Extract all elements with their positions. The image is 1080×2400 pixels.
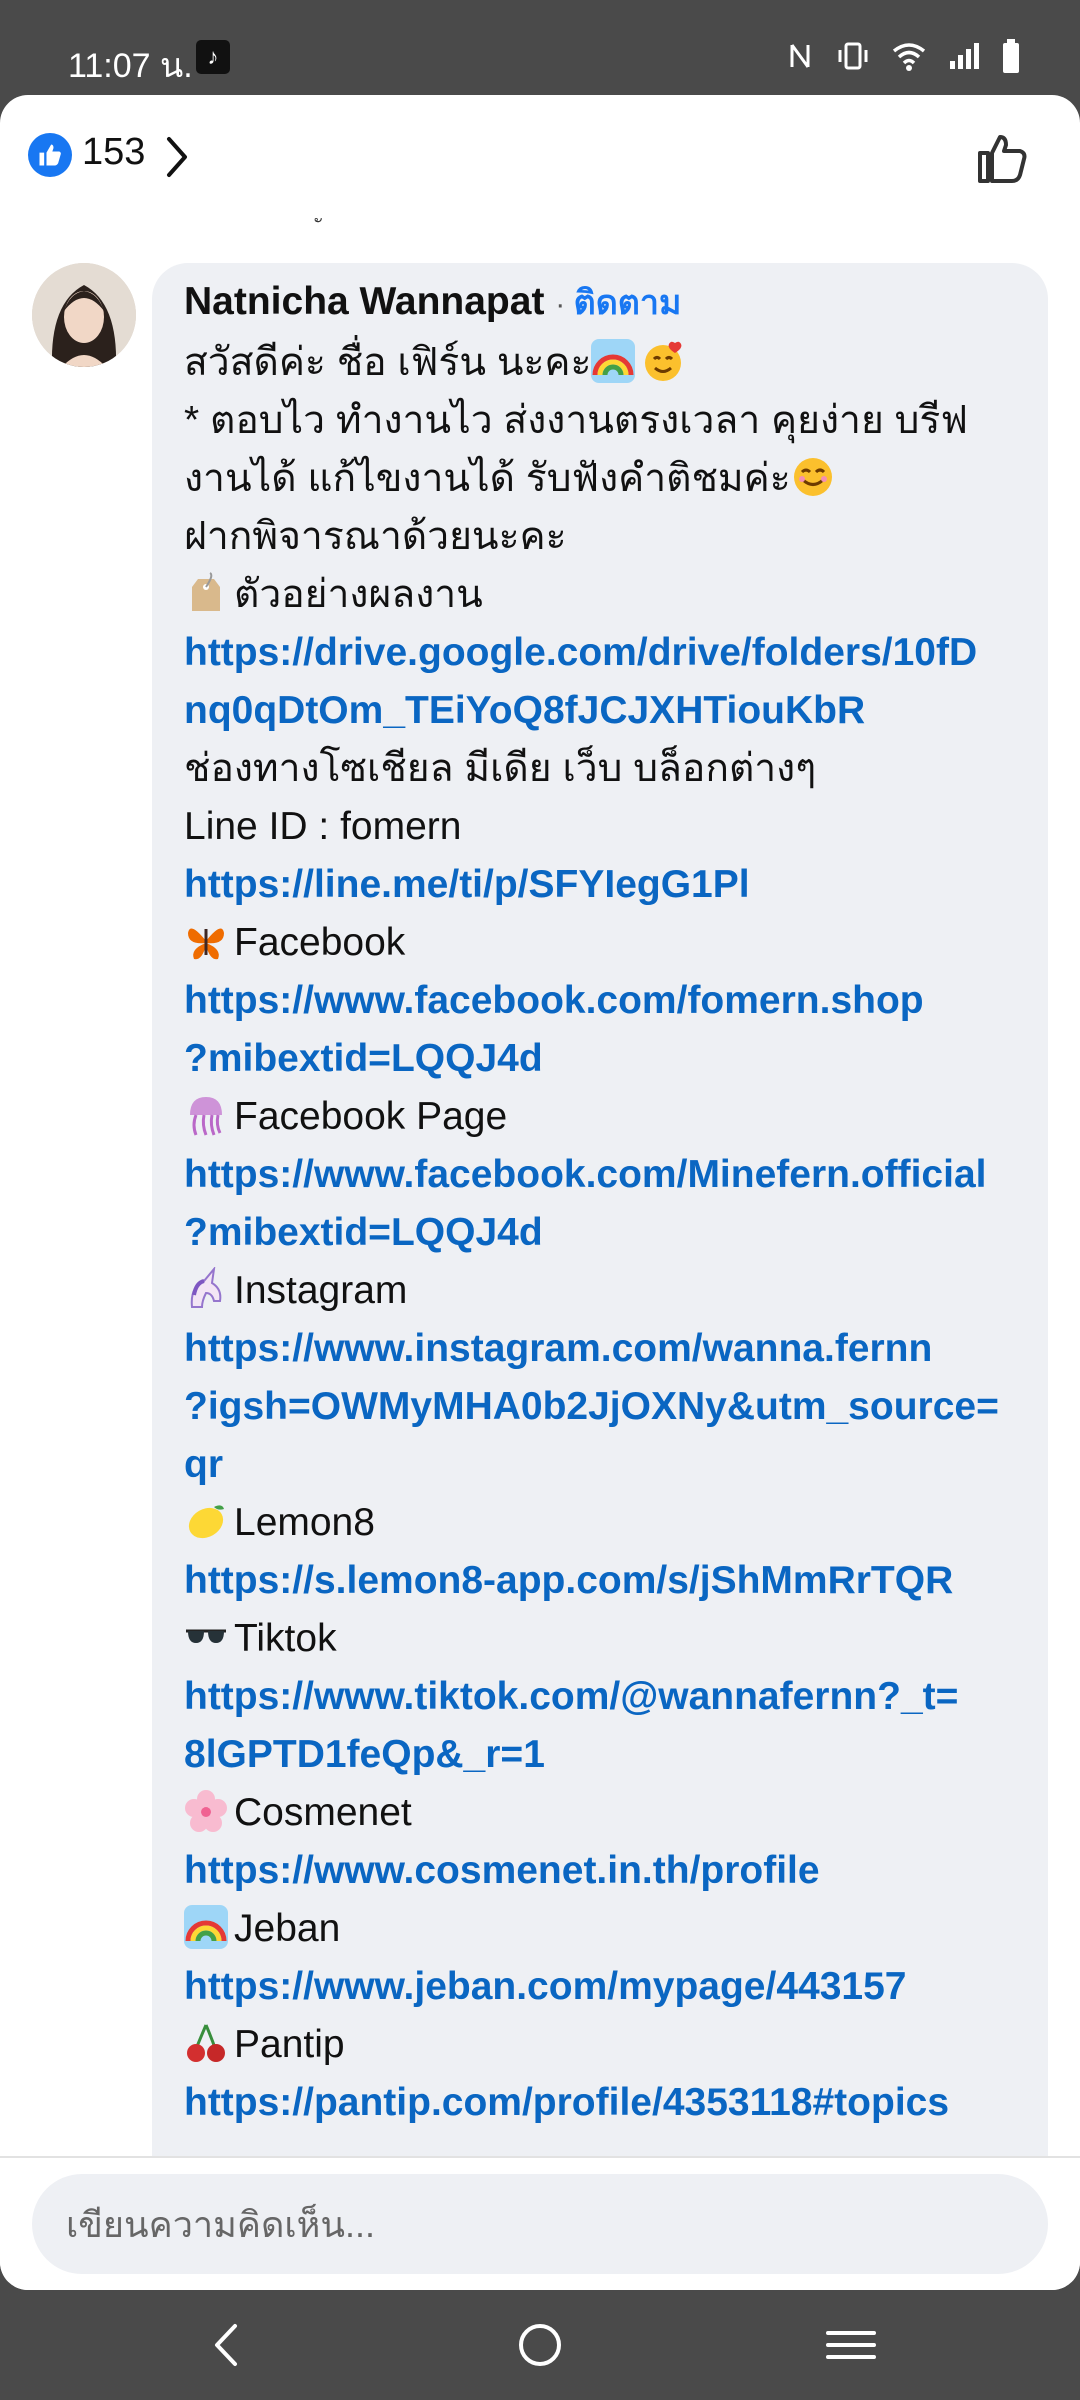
instagram-label-line: Instagram: [184, 1262, 1044, 1320]
battery-icon: [1002, 38, 1020, 78]
rainbow-icon: [591, 339, 636, 383]
comment-composer: เขียนความคิดเห็น...: [0, 2156, 1080, 2290]
instagram-link-2[interactable]: ?igsh=OWMyMHA0b2JjOXNy&utm_source=: [184, 1378, 1044, 1436]
tiktok-link-1[interactable]: https://www.tiktok.com/@wannafernn?_t=: [184, 1668, 1044, 1726]
jeban-label-line: Jeban: [184, 1900, 1044, 1958]
facebook-link-2[interactable]: ?mibextid=LQQJ4d: [184, 1030, 1044, 1088]
comment-body: Natnicha Wannapat · ติดตาม สวัสดีค่ะ ชื่…: [184, 273, 1044, 2132]
lemon-icon: [184, 1499, 228, 1543]
lemon8-label: Lemon8: [234, 1501, 375, 1544]
nfc-icon: [788, 41, 814, 76]
smiling-hearts-icon: [641, 339, 685, 383]
facebook-link-1[interactable]: https://www.facebook.com/fomern.shop: [184, 972, 1044, 1030]
description-line-1: * ตอบไว ทำงานไว ส่งงานตรงเวลา คุยง่าย บร…: [184, 399, 968, 442]
comments-sheet: 153 ั Natnicha Wannapat · ติดตาม สวัสดีค…: [0, 95, 1080, 2290]
vibrate-icon: [836, 41, 870, 76]
portfolio-link[interactable]: https://drive.google.com/drive/folders/1…: [184, 624, 984, 740]
chevron-right-icon[interactable]: [164, 135, 190, 184]
like-reaction-icon[interactable]: [28, 133, 72, 177]
back-icon[interactable]: [210, 2320, 240, 2375]
cosmenet-link[interactable]: https://www.cosmenet.in.th/profile: [184, 1842, 1044, 1900]
instagram-label: Instagram: [234, 1269, 408, 1312]
cherry-blossom-icon: [184, 1789, 228, 1833]
instagram-link-3[interactable]: qr: [184, 1436, 1044, 1494]
description-line-2: งานได้ แก้ไขงานได้ รับฟังคำติชมค่ะ: [184, 450, 1044, 508]
cosmenet-label: Cosmenet: [234, 1791, 412, 1834]
fbpage-label-line: Facebook Page: [184, 1088, 1044, 1146]
comment-author[interactable]: Natnicha Wannapat: [184, 280, 544, 323]
sunglasses-icon: [184, 1615, 228, 1659]
fbpage-link-1[interactable]: https://www.facebook.com/Minefern.offici…: [184, 1146, 1014, 1204]
rainbow-icon-2: [184, 1905, 228, 1949]
home-icon[interactable]: [516, 2320, 564, 2375]
tiktok-label: Tiktok: [234, 1617, 337, 1660]
status-bar: 11:07 น. ♪: [0, 0, 1080, 95]
comment-input[interactable]: เขียนความคิดเห็น...: [32, 2174, 1048, 2274]
jellyfish-icon: [184, 1093, 228, 1137]
reactions-header: 153: [0, 95, 1080, 215]
lemon8-label-line: Lemon8: [184, 1494, 1044, 1552]
pantip-label: Pantip: [234, 2023, 345, 2066]
facebook-label: Facebook: [234, 921, 406, 964]
like-button[interactable]: [974, 131, 1030, 190]
social-label: ช่องทางโซเชียล มีเดีย เว็บ บล็อกต่างๆ: [184, 747, 817, 790]
tiktok-label-line: Tiktok: [184, 1610, 1044, 1668]
greeting-text: สวัสดีค่ะ ชื่อ เฟิร์น นะคะ: [184, 341, 592, 384]
tiktok-link-2[interactable]: 8lGPTD1feQp&_r=1: [184, 1726, 1044, 1784]
butterfly-icon: [184, 919, 228, 963]
reaction-count[interactable]: 153: [82, 131, 145, 174]
avatar[interactable]: [32, 263, 136, 367]
fbpage-link-2[interactable]: ?mibextid=LQQJ4d: [184, 1204, 1044, 1262]
signal-icon: [948, 41, 980, 76]
cosmenet-label-line: Cosmenet: [184, 1784, 1044, 1842]
portfolio-label: ตัวอย่างผลงาน: [234, 573, 483, 616]
system-nav-bar: [0, 2290, 1080, 2400]
description-line-3: ฝากพิจารณาด้วยนะคะ: [184, 515, 567, 558]
separator-dot: ·: [555, 288, 574, 321]
menu-icon[interactable]: [826, 2320, 876, 2375]
status-time: 11:07 น.: [68, 47, 193, 85]
wifi-icon: [892, 41, 926, 76]
status-icons: [788, 38, 1020, 78]
pantip-link[interactable]: https://pantip.com/profile/4353118#topic…: [184, 2074, 1044, 2132]
line-link[interactable]: https://line.me/ti/p/SFYIegG1Pl: [184, 856, 1044, 914]
tiktok-notification-icon: ♪: [196, 40, 230, 74]
line-id-text: Line ID : fomern: [184, 805, 462, 848]
instagram-link-1[interactable]: https://www.instagram.com/wanna.fernn: [184, 1320, 1044, 1378]
unicorn-icon: [184, 1265, 228, 1311]
description-text-2: งานได้ แก้ไขงานได้ รับฟังคำติชมค่ะ: [184, 457, 791, 500]
cherries-icon: [184, 2021, 228, 2065]
greeting-line: สวัสดีค่ะ ชื่อ เฟิร์น นะคะ: [184, 334, 1044, 392]
jeban-link[interactable]: https://www.jeban.com/mypage/443157: [184, 1958, 1044, 2016]
smile-icon: [791, 455, 835, 499]
facebook-label-line: Facebook: [184, 914, 1044, 972]
pantip-label-line: Pantip: [184, 2016, 1044, 2074]
fbpage-label: Facebook Page: [234, 1095, 508, 1138]
lemon8-link[interactable]: https://s.lemon8-app.com/s/jShMmRrTQR: [184, 1552, 1044, 1610]
follow-button[interactable]: ติดตาม: [574, 284, 682, 322]
jeban-label: Jeban: [234, 1907, 341, 1950]
tag-icon: [184, 571, 228, 615]
portfolio-label-line: ตัวอย่างผลงาน: [184, 566, 1044, 624]
